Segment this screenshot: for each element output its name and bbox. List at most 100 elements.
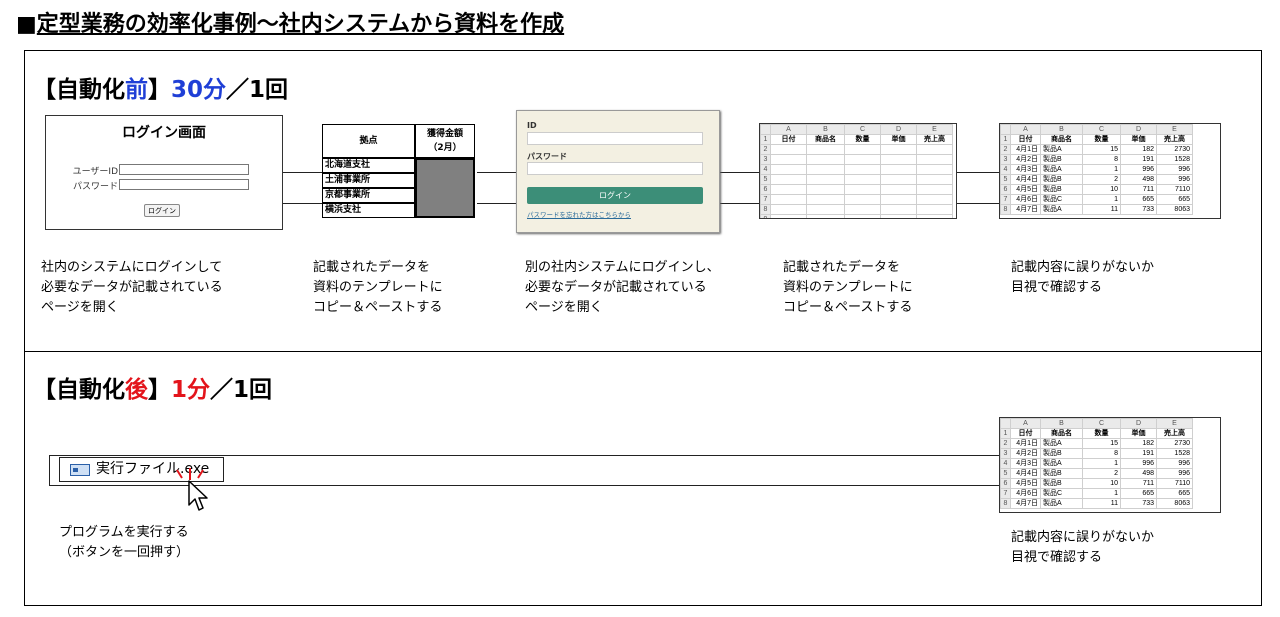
sheet-cell: 4月5日 bbox=[1010, 184, 1041, 195]
sheet-cell: 498 bbox=[1120, 468, 1157, 479]
sheet-cell: 996 bbox=[1120, 458, 1157, 469]
sheet-cell: 4月6日 bbox=[1010, 194, 1041, 205]
table-row: 5 4月4日 製品B 2 498 996 bbox=[1000, 174, 1193, 185]
sheet-cell: 製品A bbox=[1040, 144, 1083, 155]
sheet-cell: 11 bbox=[1082, 204, 1121, 215]
sheet-cell: 2 bbox=[1082, 468, 1121, 479]
step-line: コピー＆ペーストする bbox=[313, 300, 443, 315]
sheet-col-header: C bbox=[844, 124, 881, 135]
sheet-cell: 10 bbox=[1082, 478, 1121, 489]
step-line: 記載されたデータを bbox=[313, 260, 431, 275]
sheet-cell: 4月3日 bbox=[1010, 458, 1041, 469]
sheet-cell: 製品B bbox=[1040, 174, 1083, 185]
sheet-row-number: 7 bbox=[1000, 488, 1011, 499]
sheet-cell: 7110 bbox=[1156, 478, 1193, 489]
sheet-col-header: B bbox=[1040, 124, 1083, 135]
sheet-header-cell: 単価 bbox=[880, 134, 917, 145]
sheet-cell: 2730 bbox=[1156, 144, 1193, 155]
sheet-row-number: 3 bbox=[1000, 154, 1011, 165]
sheet-row-number: 2 bbox=[1000, 144, 1011, 155]
sheet-header-cell: 数量 bbox=[1082, 134, 1121, 145]
step-line: 記載内容に誤りがないか bbox=[1011, 530, 1155, 545]
table-row: 横浜支社 bbox=[322, 203, 415, 218]
step-line: （ボタンを一回押す） bbox=[59, 545, 190, 560]
sheet-header-cell: 数量 bbox=[1082, 428, 1121, 439]
after-label-c: 】 bbox=[148, 377, 171, 403]
before-label-c: 】 bbox=[148, 77, 171, 103]
step-description: 別の社内システムにログインし、 必要なデータが記載されている ページを開く bbox=[525, 258, 720, 318]
sheet-cell: 15 bbox=[1082, 144, 1121, 155]
forgot-password-link: パスワードを忘れた方はこちらから bbox=[527, 211, 631, 219]
before-per: ／1回 bbox=[226, 77, 289, 103]
table-header-amount: 獲得金額 （2月） bbox=[415, 124, 475, 158]
sheet-cell: 4月1日 bbox=[1010, 144, 1041, 155]
sheet-cell: 2730 bbox=[1156, 438, 1193, 449]
connector-line bbox=[477, 172, 517, 173]
sheet-row-number: 8 bbox=[1000, 498, 1011, 509]
sheet-cell: 711 bbox=[1120, 184, 1157, 195]
before-label-a: 【自動化 bbox=[33, 77, 125, 103]
step-line: ページを開く bbox=[525, 300, 603, 315]
sheet-col-header: A bbox=[770, 124, 807, 135]
after-heading: 【自動化後】1分／1回 bbox=[33, 370, 272, 404]
after-time: 1分 bbox=[171, 377, 211, 403]
table-row: 6 4月5日 製品B 10 711 7110 bbox=[1000, 184, 1193, 195]
id-field bbox=[527, 132, 703, 145]
sheet-row-number: 4 bbox=[1000, 164, 1011, 175]
user-id-label: ユーザーID bbox=[72, 167, 118, 177]
step-line: 目視で確認する bbox=[1011, 280, 1103, 295]
sheet-row-number: 5 bbox=[1000, 174, 1011, 185]
sheet-cell: 665 bbox=[1120, 194, 1157, 205]
id-label: ID bbox=[527, 121, 537, 130]
table-row: 4 4月3日 製品A 1 996 996 bbox=[1000, 164, 1193, 175]
table-row: 3 4月2日 製品B 8 191 1528 bbox=[1000, 154, 1193, 165]
sheet-cell: 4月4日 bbox=[1010, 468, 1041, 479]
sheet-cell: 7110 bbox=[1156, 184, 1193, 195]
sheet-cell: 製品A bbox=[1040, 164, 1083, 175]
table-row: 6 4月5日 製品B 10 711 7110 bbox=[1000, 478, 1193, 489]
sheet-cell: 製品B bbox=[1040, 478, 1083, 489]
step-line: ページを開く bbox=[41, 300, 119, 315]
sheet-header-cell: 日付 bbox=[1010, 134, 1041, 145]
sheet-header-cell: 単価 bbox=[1120, 428, 1157, 439]
title-prefix: ■ bbox=[16, 12, 37, 37]
sheet-header-cell: 売上高 bbox=[916, 134, 953, 145]
table-row: 京都事業所 bbox=[322, 188, 415, 203]
sheet-cell: 996 bbox=[1120, 164, 1157, 175]
title-text: 定型業務の効率化事例～社内システムから資料を作成 bbox=[36, 12, 565, 37]
sheet-corner bbox=[1000, 418, 1011, 429]
sheet-header-cell: 単価 bbox=[1120, 134, 1157, 145]
sheet-cell: 4月4日 bbox=[1010, 174, 1041, 185]
user-id-field bbox=[119, 164, 249, 175]
table-row: 土浦事業所 bbox=[322, 173, 415, 188]
sheet-cell: 182 bbox=[1120, 144, 1157, 155]
sheet-cell: 996 bbox=[1156, 174, 1193, 185]
sheet-col-header: E bbox=[1156, 418, 1193, 429]
connector-line bbox=[49, 455, 999, 456]
sheet-row-number: 7 bbox=[1000, 194, 1011, 205]
table-row: 3 4月2日 製品B 8 191 1528 bbox=[1000, 448, 1193, 459]
step-line: 必要なデータが記載されている bbox=[525, 280, 707, 295]
sheet-cell: 8 bbox=[1082, 448, 1121, 459]
sheet-col-header: C bbox=[1082, 124, 1121, 135]
step-description: プログラムを実行する （ボタンを一回押す） bbox=[59, 523, 189, 563]
sheet-cell: 1 bbox=[1082, 458, 1121, 469]
table-row: 8 4月7日 製品A 11 733 8063 bbox=[1000, 204, 1193, 215]
sheet-cell: 665 bbox=[1156, 488, 1193, 499]
section-divider bbox=[25, 351, 1261, 352]
page-title: ■定型業務の効率化事例～社内システムから資料を作成 bbox=[16, 6, 564, 38]
login-screen-title: ログイン画面 bbox=[122, 125, 206, 141]
sheet-cell: 996 bbox=[1156, 164, 1193, 175]
step-description: 社内のシステムにログインして 必要なデータが記載されている ページを開く bbox=[41, 258, 223, 318]
exe-window-icon bbox=[70, 464, 90, 476]
sheet-col-header: C bbox=[1082, 418, 1121, 429]
login-button: ログイン bbox=[527, 187, 703, 204]
sheet-header-cell: 日付 bbox=[1010, 428, 1041, 439]
step-description: 記載内容に誤りがないか 目視で確認する bbox=[1011, 528, 1154, 568]
sheet-header-cell: 商品名 bbox=[806, 134, 845, 145]
sheet-cell: 4月5日 bbox=[1010, 478, 1041, 489]
connector-line bbox=[957, 172, 999, 173]
sheet-cell: 1528 bbox=[1156, 154, 1193, 165]
before-heading: 【自動化前】30分／1回 bbox=[33, 70, 288, 104]
sheet-cell: 1 bbox=[1082, 194, 1121, 205]
